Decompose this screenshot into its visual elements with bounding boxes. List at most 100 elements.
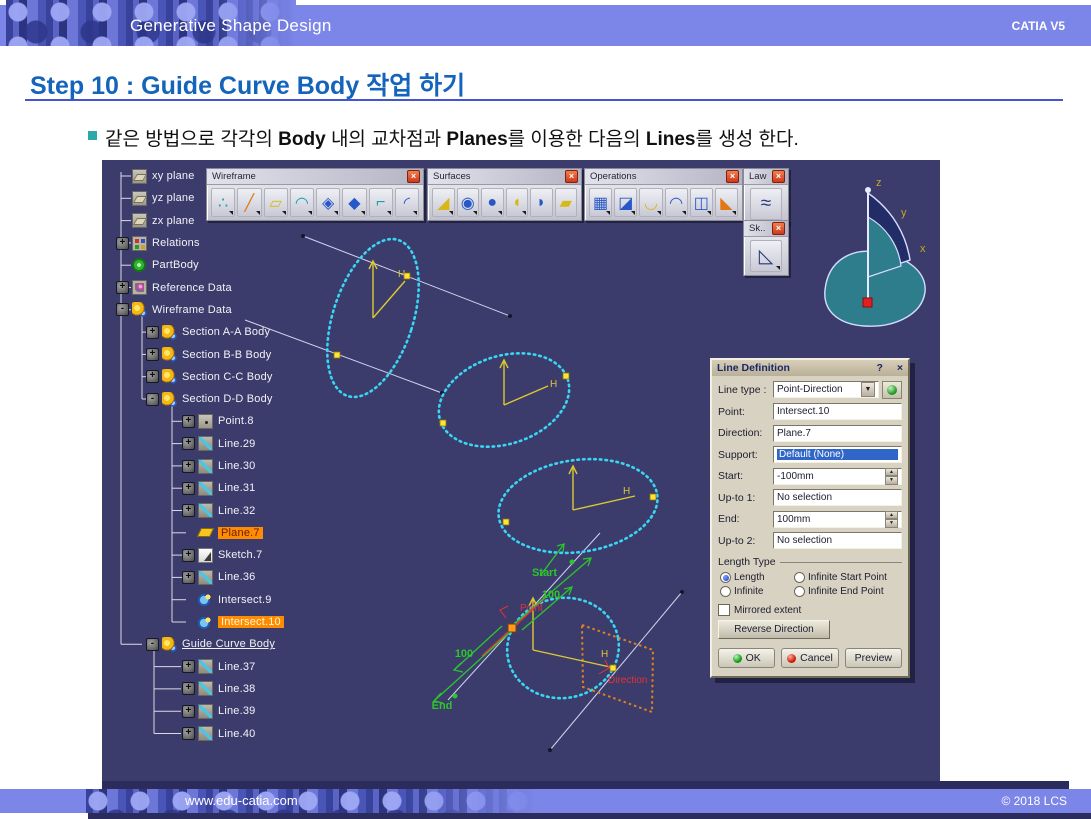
tree-item[interactable]: + Sketch.7 (102, 544, 352, 566)
tree-expander-icon[interactable]: + (182, 460, 195, 473)
join-icon[interactable]: ▦ (589, 188, 612, 217)
start-point-dot[interactable] (570, 560, 575, 565)
tree-item[interactable]: + Section B-B Body (102, 343, 352, 365)
tree-expander-icon[interactable]: + (146, 326, 159, 339)
reverse-direction-button[interactable]: Reverse Direction (718, 620, 830, 639)
fillet-icon[interactable]: ◡ (639, 188, 662, 217)
tree-item[interactable]: + Relations (102, 232, 352, 254)
fill-icon[interactable]: ▰ (555, 188, 578, 217)
close-icon[interactable]: × (772, 222, 785, 235)
toolbar-law[interactable]: Law × ≈ (743, 168, 789, 224)
tree-expander-icon[interactable]: + (116, 237, 129, 250)
tree-item[interactable]: + Line.37 (102, 656, 352, 678)
tree-item[interactable]: + Section A-A Body (102, 321, 352, 343)
tree-expander-icon[interactable]: + (116, 281, 129, 294)
length-type-radio[interactable]: Infinite Start Point (794, 572, 902, 583)
toolbar-operations[interactable]: Operations × ▦◪◡◠◫◣ (584, 168, 743, 221)
mirrored-extent-row[interactable]: Mirrored extent (718, 604, 902, 616)
tree-item[interactable]: PartBody (102, 254, 352, 276)
close-icon[interactable]: × (897, 362, 903, 374)
tree-expander-icon[interactable]: + (146, 348, 159, 361)
sweep-icon[interactable]: ◗ (530, 188, 553, 217)
plane-icon[interactable]: ▱ (264, 188, 288, 217)
spinner[interactable]: ▲▼ (885, 511, 898, 528)
length-type-radio[interactable]: Infinite (720, 586, 792, 597)
tree-expander-icon[interactable]: + (182, 682, 195, 695)
preview-button[interactable]: Preview (845, 648, 902, 668)
tree-expander-icon[interactable]: + (182, 660, 195, 673)
tree-expander-icon[interactable]: + (182, 437, 195, 450)
field-input[interactable]: Intersect.10 ▼ ▲▼ (773, 403, 902, 420)
field-input[interactable]: 100mm ▼ ▲▼ (773, 511, 902, 528)
tree-expander-icon[interactable]: - (116, 303, 129, 316)
radio-icon[interactable] (794, 572, 805, 583)
tree-item[interactable]: + Line.36 (102, 566, 352, 588)
extract-icon[interactable]: ◣ (715, 188, 738, 217)
toolbar-title-bar[interactable]: Wireframe × (207, 169, 423, 185)
transform-icon[interactable]: ◠ (665, 188, 688, 217)
close-icon[interactable]: × (726, 170, 739, 183)
sphere-icon[interactable]: ● (481, 188, 504, 217)
radio-icon[interactable] (720, 586, 731, 597)
corner-icon[interactable]: ⌐ (369, 188, 393, 217)
help-icon[interactable]: ? (876, 362, 882, 374)
tree-item[interactable]: + Reference Data (102, 276, 352, 298)
extrude-icon[interactable]: ◢ (432, 188, 455, 217)
field-input[interactable]: Default (None) ▼ ▲▼ (773, 446, 902, 463)
radio-icon[interactable] (720, 572, 731, 583)
tree-item[interactable]: - Wireframe Data (102, 299, 352, 321)
spline-icon[interactable]: ◜ (395, 188, 419, 217)
tree-expander-icon[interactable]: + (182, 705, 195, 718)
tree-item[interactable]: + Line.31 (102, 477, 352, 499)
spinner[interactable]: ▲▼ (885, 468, 898, 485)
sketch-icon[interactable]: ◺ (750, 240, 782, 272)
tree-expander-icon[interactable]: + (182, 504, 195, 517)
tree-item[interactable]: + Line.38 (102, 678, 352, 700)
tree-item[interactable]: + Point.8 (102, 410, 352, 432)
ok-button[interactable]: OK (718, 648, 775, 668)
tree-expander-icon[interactable]: - (146, 393, 159, 406)
tree-item[interactable]: - Section D-D Body (102, 388, 352, 410)
toolbar-wireframe[interactable]: Wireframe × ∴╱▱◠◈◆⌐◜ (206, 168, 424, 221)
length-type-radio[interactable]: Infinite End Point (794, 586, 902, 597)
law-curve-icon[interactable]: ≈ (750, 188, 782, 220)
end-point-dot[interactable] (453, 694, 458, 699)
dialog-title-bar[interactable]: Line Definition ? × (712, 360, 908, 376)
tree-item[interactable]: + Line.29 (102, 433, 352, 455)
toolbar-surfaces[interactable]: Surfaces × ◢◉●◖◗▰ (427, 168, 582, 221)
line-icon[interactable]: ╱ (237, 188, 261, 217)
dropdown-arrow-icon[interactable]: ▼ (861, 382, 875, 397)
intersection-points[interactable] (334, 273, 656, 671)
offset-icon[interactable]: ◖ (506, 188, 529, 217)
checkbox-icon[interactable] (718, 604, 730, 616)
close-icon[interactable]: × (565, 170, 578, 183)
field-input[interactable]: Plane.7 ▼ ▲▼ (773, 425, 902, 442)
toolbar-title-bar[interactable]: Surfaces × (428, 169, 581, 185)
tree-expander-icon[interactable]: + (182, 482, 195, 495)
field-input[interactable]: -100mm ▼ ▲▼ (773, 468, 902, 485)
tree-expander-icon[interactable]: - (146, 638, 159, 651)
tree-item[interactable]: Intersect.10 (102, 611, 352, 633)
selected-point-marker[interactable] (508, 624, 516, 632)
tree-expander-icon[interactable]: + (146, 370, 159, 383)
line-type-options-button[interactable] (882, 381, 902, 399)
intersection-icon[interactable]: ◆ (342, 188, 366, 217)
tree-item[interactable]: Intersect.9 (102, 589, 352, 611)
tree-item[interactable]: - Guide Curve Body (102, 633, 352, 655)
field-input[interactable]: Point-Direction ▼ ▲▼ (773, 381, 879, 398)
projection-icon[interactable]: ◈ (316, 188, 340, 217)
line-definition-dialog[interactable]: Line Definition ? × Line type : Point-Di… (710, 358, 910, 678)
tree-item[interactable]: + Section C-C Body (102, 366, 352, 388)
close-icon[interactable]: × (407, 170, 420, 183)
radio-icon[interactable] (794, 586, 805, 597)
tree-expander-icon[interactable]: + (182, 571, 195, 584)
field-input[interactable]: No selection ▼ ▲▼ (773, 532, 902, 549)
extrapolate-icon[interactable]: ◫ (690, 188, 713, 217)
point-icon[interactable]: ∴ (211, 188, 235, 217)
axes-compass[interactable]: z y x (825, 177, 926, 326)
tree-item[interactable]: + Line.32 (102, 499, 352, 521)
catia-viewport[interactable]: H H H H (102, 160, 940, 783)
tree-item[interactable]: Plane.7 (102, 522, 352, 544)
tree-expander-icon[interactable]: + (182, 549, 195, 562)
split-icon[interactable]: ◪ (614, 188, 637, 217)
